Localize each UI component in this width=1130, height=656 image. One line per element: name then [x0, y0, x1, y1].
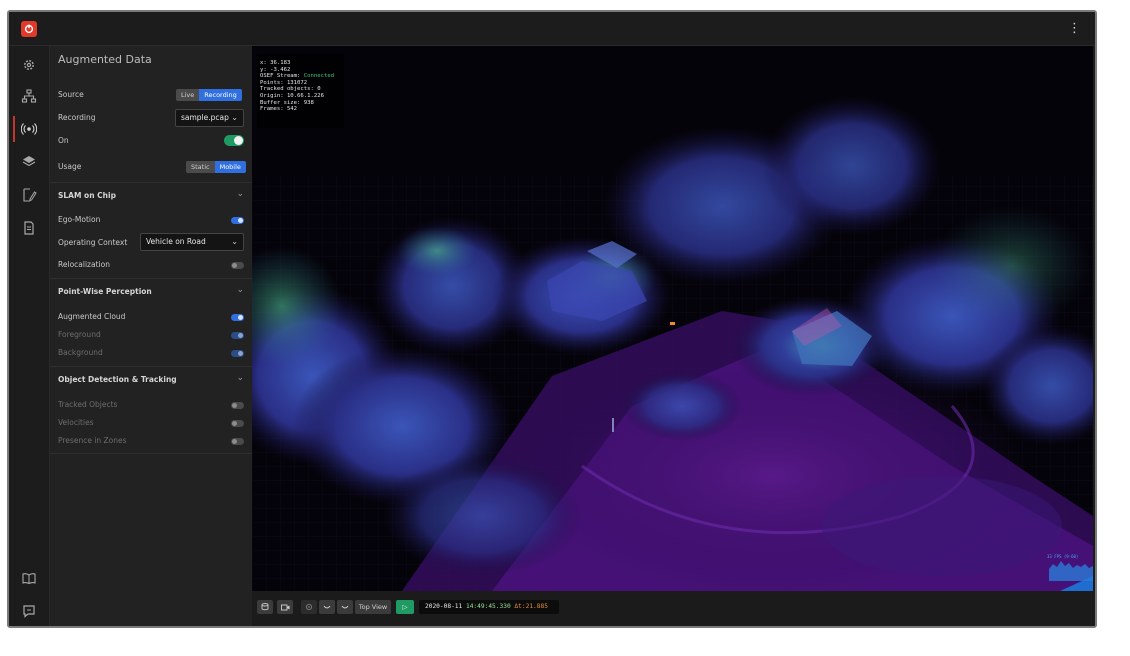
- on-switch[interactable]: [224, 135, 244, 146]
- stream-label: OSEF Stream:: [260, 73, 304, 80]
- book-icon[interactable]: [21, 570, 37, 586]
- timestamp-date: 2020-08-11: [425, 603, 466, 610]
- telemetry-overlay: x: 36.183 y: -3.462 OSEF Stream: Connect…: [257, 54, 344, 128]
- rotate-left-icon: [323, 605, 331, 609]
- sensor-radar-icon[interactable]: [21, 121, 37, 137]
- relocalization-label: Relocalization: [58, 260, 110, 269]
- velocities-switch[interactable]: [231, 420, 244, 427]
- point-cloud-viewer[interactable]: x: 36.183 y: -3.462 OSEF Stream: Connect…: [252, 46, 1093, 591]
- telemetry-points: Points: 131072: [260, 79, 308, 86]
- app-window: ⋮ Augmented Data Source Live Recording R…: [7, 10, 1097, 628]
- source-label: Source: [58, 90, 84, 99]
- recording-select[interactable]: sample.pcap ⌄: [175, 109, 244, 127]
- top-bar: ⋮: [9, 12, 1095, 46]
- database-icon: [261, 603, 269, 611]
- augmented-cloud-label: Augmented Cloud: [58, 312, 126, 321]
- on-label: On: [58, 136, 69, 145]
- foreground-switch[interactable]: [231, 332, 244, 339]
- recenter-button[interactable]: [301, 600, 317, 614]
- section-perception[interactable]: Point-Wise Perception ⌄: [50, 278, 252, 304]
- telemetry-y: y: -3.462: [260, 66, 291, 73]
- telemetry-stream: OSEF Stream: Connected: [260, 73, 344, 80]
- background-label: Background: [58, 348, 103, 357]
- chat-icon[interactable]: [21, 603, 37, 619]
- playback-toolbar: Top View ▷ 2020-08-11 14:49:45.330 Δt:21…: [252, 591, 1095, 626]
- section-title: SLAM on Chip: [58, 191, 116, 200]
- velocities-label: Velocities: [58, 418, 94, 427]
- chevron-down-icon: ⌄: [236, 373, 244, 383]
- background-switch[interactable]: [231, 350, 244, 357]
- usage-toggle: Static Mobile: [186, 161, 246, 173]
- operating-context-select[interactable]: Vehicle on Road ⌄: [140, 233, 244, 251]
- fps-readout: 33 FPS (9-60): [1047, 554, 1079, 559]
- settings-panel: Augmented Data Source Live Recording Rec…: [50, 46, 252, 626]
- document-icon[interactable]: [21, 220, 37, 236]
- operating-context-value: Vehicle on Road: [146, 237, 206, 246]
- telemetry-origin: Origin: 10.66.1.226: [260, 92, 324, 99]
- timestamp-display: 2020-08-11 14:49:45.330 Δt:21.885: [419, 600, 559, 614]
- layers-icon[interactable]: [21, 153, 37, 169]
- chevron-down-icon: ⌄: [231, 113, 238, 122]
- source-option-recording[interactable]: Recording: [199, 89, 242, 101]
- chevron-down-icon: ⌄: [231, 237, 238, 246]
- tracked-objects-switch[interactable]: [231, 402, 244, 409]
- recording-select-value: sample.pcap: [181, 113, 229, 122]
- record-camera-button[interactable]: [277, 600, 293, 614]
- usage-label: Usage: [58, 162, 82, 171]
- section-detection[interactable]: Object Detection & Tracking ⌄: [50, 366, 252, 392]
- relocalization-switch[interactable]: [231, 262, 244, 269]
- more-menu-icon[interactable]: ⋮: [1068, 22, 1081, 35]
- telemetry-frames: Frames: 542: [260, 106, 298, 113]
- section-slam[interactable]: SLAM on Chip ⌄: [50, 182, 252, 208]
- usage-option-mobile[interactable]: Mobile: [214, 161, 246, 173]
- video-camera-icon: [280, 604, 289, 610]
- recording-label: Recording: [58, 113, 96, 122]
- tracked-objects-label: Tracked Objects: [58, 400, 118, 409]
- timestamp-time: 14:49:45.330: [465, 603, 515, 610]
- panel-title: Augmented Data: [58, 53, 152, 66]
- panel-divider: [50, 453, 252, 455]
- presence-switch[interactable]: [231, 438, 244, 445]
- point-cloud-canvas: [252, 46, 1093, 591]
- usage-option-static[interactable]: Static: [186, 161, 215, 173]
- telemetry-x: x: 36.183: [260, 60, 291, 66]
- foreground-label: Foreground: [58, 330, 101, 339]
- rotate-left-button[interactable]: [319, 600, 335, 614]
- telemetry-tracked: Tracked objects: 0: [260, 86, 321, 93]
- crosshair-icon: [306, 604, 312, 610]
- rail-active-indicator: [13, 116, 15, 142]
- section-title: Object Detection & Tracking: [58, 375, 177, 384]
- network-nodes-icon[interactable]: [21, 88, 37, 104]
- rotate-right-icon: [341, 605, 349, 609]
- play-button[interactable]: ▷: [396, 600, 414, 614]
- app-logo[interactable]: [21, 21, 37, 37]
- chevron-down-icon: ⌄: [236, 285, 244, 295]
- stream-status: Connected: [303, 73, 335, 80]
- top-view-button[interactable]: Top View: [355, 600, 391, 614]
- export-button[interactable]: [257, 600, 273, 614]
- power-logo-icon: [24, 24, 34, 34]
- timestamp-delta: Δt:21.885: [514, 603, 548, 610]
- source-toggle: Live Recording: [176, 89, 242, 101]
- chevron-down-icon: ⌄: [236, 189, 244, 199]
- zone-edit-icon[interactable]: [21, 187, 37, 203]
- nav-rail: [9, 46, 50, 626]
- operating-context-label: Operating Context: [58, 238, 128, 247]
- ego-motion-switch[interactable]: [231, 217, 244, 224]
- rotate-right-button[interactable]: [337, 600, 353, 614]
- augmented-cloud-switch[interactable]: [231, 314, 244, 321]
- source-option-live[interactable]: Live: [176, 89, 200, 101]
- telemetry-buffer: Buffer size: 938: [260, 99, 314, 106]
- settings-gear-icon[interactable]: [21, 57, 37, 73]
- section-title: Point-Wise Perception: [58, 287, 152, 296]
- presence-label: Presence in Zones: [58, 436, 127, 445]
- ego-motion-label: Ego-Motion: [58, 215, 101, 224]
